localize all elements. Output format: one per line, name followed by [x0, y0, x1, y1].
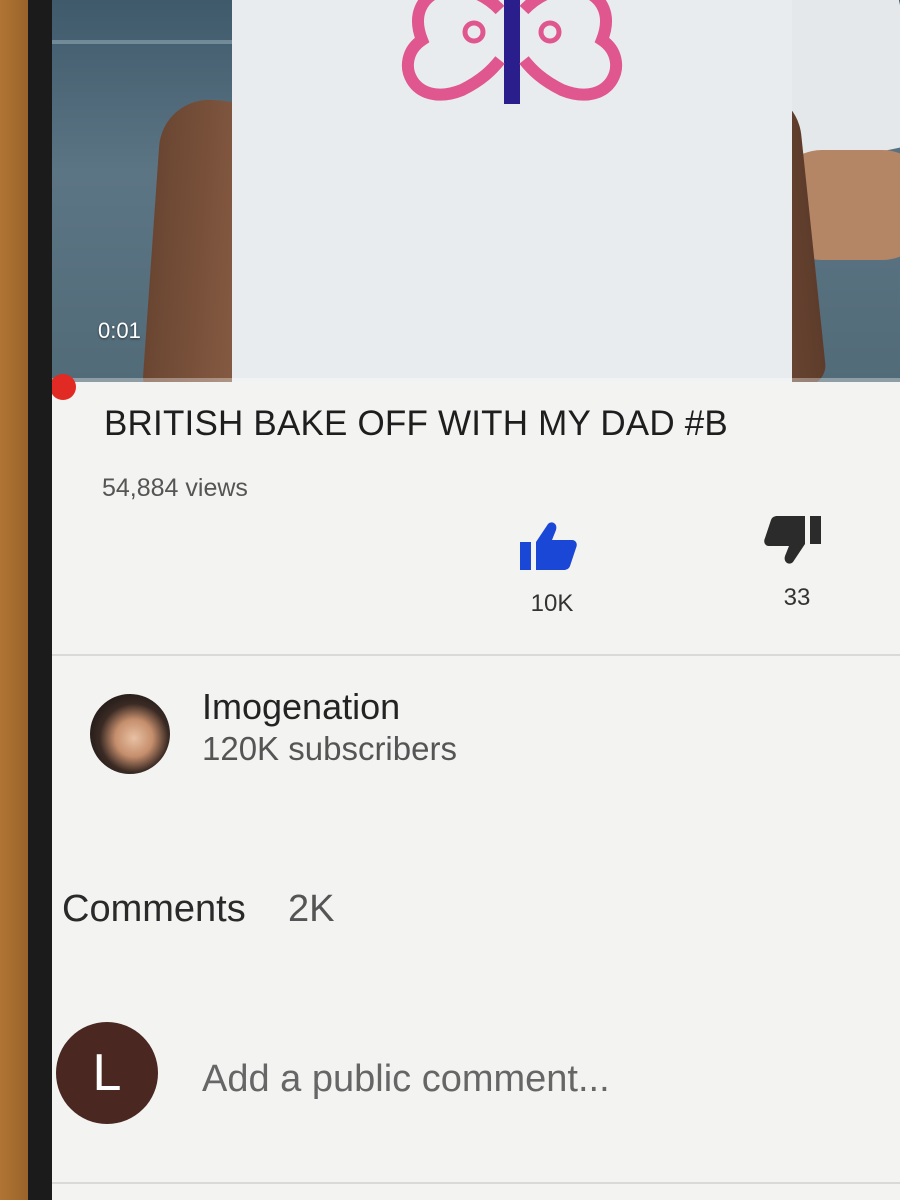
- video-progress-scrubber[interactable]: [52, 374, 76, 400]
- section-divider: [52, 654, 900, 656]
- video-progress-bar[interactable]: [52, 378, 900, 382]
- comments-count: 2K: [288, 888, 335, 930]
- like-count: 10K: [530, 590, 574, 617]
- video-timestamp: 0:01: [98, 318, 141, 343]
- screen: 0:01 BRITISH BAKE OFF WITH MY DAD #B 54,…: [52, 0, 900, 1200]
- video-title: BRITISH BAKE OFF WITH MY DAD #B: [104, 404, 728, 443]
- subscriber-count: 120K subscribers: [202, 730, 457, 767]
- view-count: 54,884 views: [102, 474, 248, 502]
- like-button[interactable]: 10K: [512, 520, 592, 620]
- video-player[interactable]: 0:01: [52, 0, 900, 382]
- dislike-button[interactable]: 33: [757, 514, 837, 614]
- comment-input[interactable]: [202, 1058, 852, 1101]
- comments-heading[interactable]: Comments: [62, 888, 246, 931]
- thumbs-down-icon: [764, 516, 821, 564]
- thumbs-up-icon: [520, 522, 577, 570]
- bottom-divider: [52, 1182, 900, 1184]
- user-avatar: L: [56, 1022, 158, 1124]
- channel-name[interactable]: Imogenation: [202, 686, 400, 728]
- channel-avatar[interactable]: [90, 694, 170, 774]
- dislike-count: 33: [783, 584, 811, 611]
- shirt-butterfly-logo: [401, 0, 623, 104]
